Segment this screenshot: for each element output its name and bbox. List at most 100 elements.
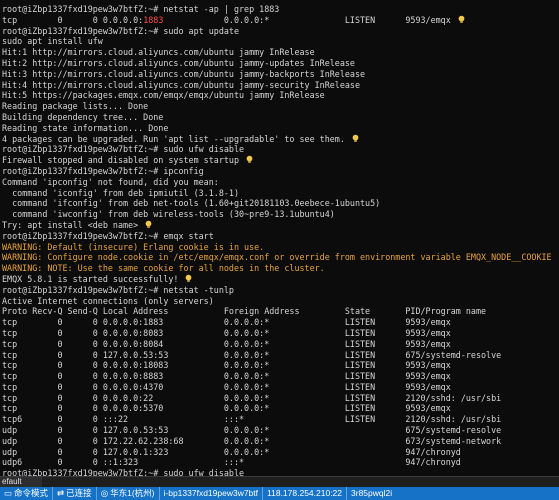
tab-strip: efault bbox=[0, 476, 559, 487]
terminal-text: root@iZbp1337fxd19pew3w7btfZ:~# netstat … bbox=[2, 4, 280, 14]
status-item[interactable]: ⇄ 已连接 bbox=[52, 487, 96, 500]
terminal-text: 1883 bbox=[143, 14, 164, 25]
terminal-line: Hit:1 http://mirrors.cloud.aliyuncs.com/… bbox=[2, 47, 557, 58]
status-item[interactable]: 3r85pwql2i bbox=[346, 487, 396, 500]
lightbulb-icon[interactable] bbox=[144, 220, 153, 229]
terminal-line: udp6 0 0 ::1:323 :::* 947/chronyd bbox=[2, 457, 557, 468]
status-item[interactable]: i-bp1337fxd19pew3w7btf bbox=[158, 487, 263, 500]
terminal-line: Active Internet connections (only server… bbox=[2, 296, 557, 307]
terminal-text: Command 'ipconfig' not found, did you me… bbox=[2, 176, 219, 187]
terminal-text: root@iZbp1337fxd19pew3w7btfZ:~# sudo ufw… bbox=[2, 144, 245, 155]
terminal-line: WARNING: NOTE: Use the same cookie for a… bbox=[2, 263, 557, 274]
terminal-line: tcp 0 0 0.0.0.0:8083 0.0.0.0:* LISTEN 95… bbox=[2, 328, 557, 339]
terminal-line: EMQX 5.8.1 is started successfully! bbox=[2, 274, 557, 285]
status-item-label: 3r85pwql2i bbox=[351, 488, 393, 498]
lightbulb-icon[interactable] bbox=[457, 15, 466, 24]
status-item[interactable]: ◎ 华东1(杭州) bbox=[95, 487, 159, 500]
terminal-text: root@iZbp1337fxd19pew3w7btfZ:~# netstat … bbox=[2, 284, 234, 295]
terminal-line: tcp 0 0 0.0.0.0:18083 0.0.0.0:* LISTEN 9… bbox=[2, 360, 557, 371]
terminal-text: command 'iwconfig' from deb wireless-too… bbox=[2, 209, 335, 220]
terminal-text: Hit:4 http://mirrors.cloud.aliyuncs.com/… bbox=[2, 79, 360, 90]
terminal-output: root@iZbp1337fxd19pew3w7btfZ:~# netstat … bbox=[0, 0, 559, 476]
terminal-line: tcp 0 0 0.0.0.0:8883 0.0.0.0:* LISTEN 95… bbox=[2, 371, 557, 382]
terminal-text: Try: apt install <deb name> bbox=[2, 219, 139, 230]
terminal-line: root@iZbp1337fxd19pew3w7btfZ:~# emqx sta… bbox=[2, 231, 557, 242]
terminal-line: root@iZbp1337fxd19pew3w7btfZ:~# netstat … bbox=[2, 4, 557, 15]
terminal-text: Building dependency tree... Done bbox=[2, 111, 164, 122]
terminal-line: tcp 0 0 0.0.0.0:22 0.0.0.0:* LISTEN 2120… bbox=[2, 393, 557, 404]
globe-icon: ◎ bbox=[100, 488, 109, 498]
terminal-text: Firewall stopped and disabled on system … bbox=[2, 155, 239, 166]
terminal-text: command 'ifconfig' from deb net-tools (1… bbox=[2, 198, 381, 209]
terminal-text: udp 0 0 127.0.0.53:53 0.0.0.0:* 675/syst… bbox=[2, 425, 502, 436]
terminal-line: root@iZbp1337fxd19pew3w7btfZ:~# sudo ufw… bbox=[2, 468, 557, 476]
terminal-text: 0.0.0.0:* LISTEN 9593/emqx bbox=[163, 14, 451, 25]
terminal-text: WARNING: NOTE: Use the same cookie for a… bbox=[2, 263, 325, 274]
status-item[interactable]: 118.178.254.210:22 bbox=[262, 487, 346, 500]
terminal-line: Proto Recv-Q Send-Q Local Address Foreig… bbox=[2, 306, 557, 317]
terminal-line: tcp 0 0 0.0.0.0:5370 0.0.0.0:* LISTEN 95… bbox=[2, 403, 557, 414]
terminal-text: Hit:2 http://mirrors.cloud.aliyuncs.com/… bbox=[2, 57, 355, 68]
terminal-text: root@iZbp1337fxd19pew3w7btfZ:~# sudo ufw… bbox=[2, 468, 245, 476]
lightbulb-icon[interactable] bbox=[245, 155, 254, 164]
terminal-line: 4 packages can be upgraded. Run 'apt lis… bbox=[2, 134, 557, 145]
terminal-line: tcp 0 0 0.0.0.0:8084 0.0.0.0:* LISTEN 95… bbox=[2, 339, 557, 350]
terminal-text: Reading package lists... Done bbox=[2, 101, 149, 112]
status-item-label: 命令模式 bbox=[14, 488, 49, 498]
terminal-text: udp6 0 0 ::1:323 :::* 947/chronyd bbox=[2, 457, 461, 468]
terminal-line: Hit:5 https://packages.emqx.com/emqx/emq… bbox=[2, 90, 557, 101]
status-item-label: i-bp1337fxd19pew3w7btf bbox=[163, 488, 259, 498]
terminal-line: WARNING: Configure node.cookie in /etc/e… bbox=[2, 252, 557, 263]
terminal-text: tcp 0 0 0.0.0.0:4370 0.0.0.0:* LISTEN 95… bbox=[2, 381, 451, 392]
terminal-text: root@iZbp1337fxd19pew3w7btfZ:~# sudo apt… bbox=[2, 25, 239, 36]
terminal-line: root@iZbp1337fxd19pew3w7btfZ:~# ipconfig bbox=[2, 166, 557, 177]
terminal-text: Reading state information... Done bbox=[2, 122, 169, 133]
terminal-line: Hit:3 http://mirrors.cloud.aliyuncs.com/… bbox=[2, 69, 557, 80]
terminal-line: root@iZbp1337fxd19pew3w7btfZ:~# netstat … bbox=[2, 285, 557, 296]
status-bar: ▭ 命令模式 ⇄ 已连接 ◎ 华东1(杭州) i-bp1337fxd19pew3w7btf 1… bbox=[0, 487, 559, 500]
terminal-text: WARNING: Default (insecure) Erlang cooki… bbox=[2, 241, 265, 252]
terminal-text: tcp6 0 0 :::22 :::* LISTEN 2120/sshd: /u… bbox=[2, 414, 502, 425]
terminal-line: Reading package lists... Done bbox=[2, 101, 557, 112]
terminal-line: Hit:2 http://mirrors.cloud.aliyuncs.com/… bbox=[2, 58, 557, 69]
terminal-line: udp 0 0 172.22.62.238:68 0.0.0.0:* 673/s… bbox=[2, 436, 557, 447]
terminal-text: tcp 0 0 127.0.0.53:53 0.0.0.0:* LISTEN 6… bbox=[2, 349, 502, 360]
terminal-line: Hit:4 http://mirrors.cloud.aliyuncs.com/… bbox=[2, 80, 557, 91]
status-item-label: 华东1(杭州) bbox=[110, 488, 155, 498]
terminal-text: tcp 0 0 0.0.0.0:8084 0.0.0.0:* LISTEN 95… bbox=[2, 338, 451, 349]
terminal-line: tcp 0 0 127.0.0.53:53 0.0.0.0:* LISTEN 6… bbox=[2, 350, 557, 361]
terminal-text: tcp 0 0 0.0.0.0:1883 0.0.0.0:* LISTEN 95… bbox=[2, 317, 451, 328]
terminal-line: command 'ifconfig' from deb net-tools (1… bbox=[2, 198, 557, 209]
terminal-line: root@iZbp1337fxd19pew3w7btfZ:~# sudo ufw… bbox=[2, 144, 557, 155]
terminal-text: tcp 0 0 0.0.0.0:8083 0.0.0.0:* LISTEN 95… bbox=[2, 327, 451, 338]
terminal-text: Hit:5 https://packages.emqx.com/emqx/emq… bbox=[2, 90, 325, 101]
terminal-line: sudo apt install ufw bbox=[2, 36, 557, 47]
status-item-label: 118.178.254.210:22 bbox=[267, 488, 343, 498]
terminal-text: EMQX 5.8.1 is started successfully! bbox=[2, 273, 179, 284]
terminal-text: tcp 0 0 0.0.0.0:5370 0.0.0.0:* LISTEN 95… bbox=[2, 403, 451, 414]
lightbulb-icon[interactable] bbox=[184, 274, 193, 283]
tab-default[interactable]: efault bbox=[0, 477, 42, 487]
terminal-line: tcp 0 0 0.0.0.0:4370 0.0.0.0:* LISTEN 95… bbox=[2, 382, 557, 393]
terminal-line: command 'iconfig' from deb ipmiutil (3.1… bbox=[2, 188, 557, 199]
terminal-text: 4 packages can be upgraded. Run 'apt lis… bbox=[2, 133, 345, 144]
terminal-text: WARNING: Configure node.cookie in /etc/e… bbox=[2, 252, 552, 263]
terminal-line: root@iZbp1337fxd19pew3w7btfZ:~# sudo apt… bbox=[2, 26, 557, 37]
terminal-text: tcp 0 0 0.0.0.0: bbox=[2, 14, 144, 25]
terminal-line: Try: apt install <deb name> bbox=[2, 220, 557, 231]
terminal-text: command 'iconfig' from deb ipmiutil (3.1… bbox=[2, 187, 239, 198]
terminal-line: command 'iwconfig' from deb wireless-too… bbox=[2, 209, 557, 220]
terminal-text: root@iZbp1337fxd19pew3w7btfZ:~# ipconfig bbox=[2, 165, 204, 176]
terminal-window[interactable]: root@iZbp1337fxd19pew3w7btfZ:~# netstat … bbox=[0, 0, 559, 476]
link-icon: ⇄ bbox=[57, 488, 65, 498]
terminal-text: udp 0 0 127.0.0.1:323 0.0.0.0:* 947/chro… bbox=[2, 446, 461, 457]
terminal-text: Active Internet connections (only server… bbox=[2, 295, 214, 306]
terminal-icon: ▭ bbox=[4, 488, 13, 498]
lightbulb-icon[interactable] bbox=[351, 134, 360, 143]
terminal-line: tcp6 0 0 :::22 :::* LISTEN 2120/sshd: /u… bbox=[2, 414, 557, 425]
terminal-text: root@iZbp1337fxd19pew3w7btfZ:~# emqx sta… bbox=[2, 230, 214, 241]
status-item-label: 已连接 bbox=[66, 488, 92, 498]
terminal-line: Command 'ipconfig' not found, did you me… bbox=[2, 177, 557, 188]
terminal-line: WARNING: Default (insecure) Erlang cooki… bbox=[2, 242, 557, 253]
status-item[interactable]: ▭ 命令模式 bbox=[0, 487, 52, 500]
